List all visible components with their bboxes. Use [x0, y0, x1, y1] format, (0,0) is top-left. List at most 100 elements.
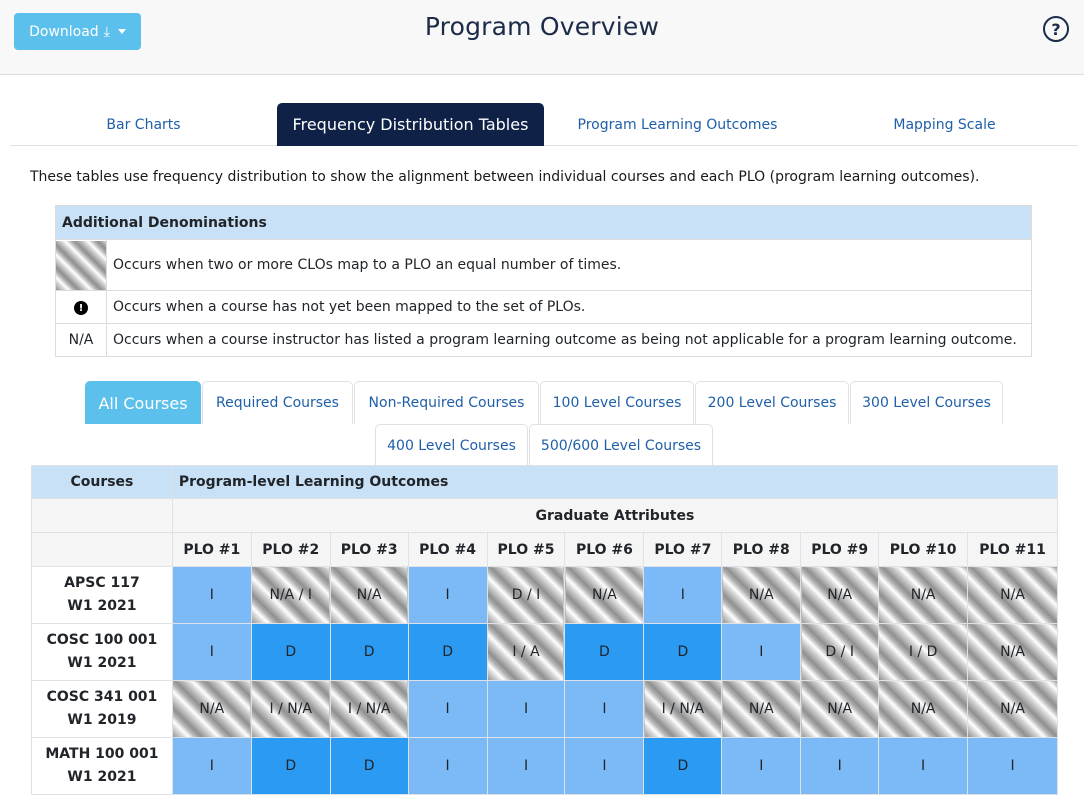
mapping-cell: N/A — [967, 680, 1058, 738]
mapping-cell: D — [329, 623, 409, 681]
plo-column-header: PLO #7 — [643, 532, 723, 567]
hatch-pattern-icon — [56, 240, 106, 290]
tab-400-level-courses[interactable]: 400 Level Courses — [375, 424, 528, 467]
empty-cell — [31, 498, 173, 533]
mapping-cell: I — [171, 623, 252, 681]
intro-text: These tables use frequency distribution … — [30, 169, 980, 185]
mapping-cell: D — [643, 623, 723, 681]
tab-bar-charts[interactable]: Bar Charts — [10, 103, 277, 146]
empty-cell — [31, 532, 173, 567]
denomination-text: Occurs when a course has not yet been ma… — [106, 290, 1032, 324]
mapping-cell: N/A — [721, 566, 802, 624]
mapping-cell: N/A — [800, 680, 880, 738]
table-row: MATH 100 001 W1 2021 I D D I I I D I I I I — [31, 737, 1058, 795]
mapping-cell: N/A — [329, 566, 409, 624]
tab-non-required-courses[interactable]: Non-Required Courses — [354, 381, 539, 424]
mapping-cell: I — [800, 737, 880, 795]
denomination-text: Occurs when a course instructor has list… — [106, 323, 1032, 357]
plo-column-header: PLO #2 — [250, 532, 331, 567]
plo-column-header: PLO #1 — [171, 532, 252, 567]
hatch-swatch-cell — [55, 239, 107, 291]
table-row: COSC 341 001 W1 2019 N/A I / N/A I / N/A I I I I… — [31, 680, 1058, 738]
mapping-cell: I / D — [878, 623, 969, 681]
tab-100-level-courses[interactable]: 100 Level Courses — [540, 381, 694, 424]
denominations-table: Additional Denominations Occurs when two… — [55, 205, 1032, 357]
course-code: COSC 100 001 — [46, 632, 158, 648]
mapping-cell: I / N/A — [643, 680, 723, 738]
mapping-cell: I — [171, 566, 252, 624]
plo-column-header: PLO #10 — [878, 532, 969, 567]
plo-header: Program-level Learning Outcomes — [171, 465, 1059, 499]
mapping-cell: I / N/A — [250, 680, 331, 738]
course-name-cell: APSC 117 W1 2021 — [31, 566, 173, 624]
course-term: W1 2021 — [67, 769, 137, 785]
mapping-cell: N/A — [800, 566, 880, 624]
plo-column-header: PLO #8 — [721, 532, 802, 567]
mapping-cell: I — [486, 737, 566, 795]
mapping-cell: D / I — [800, 623, 880, 681]
help-icon[interactable]: ? — [1043, 16, 1069, 42]
course-name-cell: COSC 341 001 W1 2019 — [31, 680, 173, 738]
course-name-cell: MATH 100 001 W1 2021 — [31, 737, 173, 795]
mapping-cell: N/A — [967, 566, 1058, 624]
mapping-cell: I — [967, 737, 1058, 795]
main-tabs: Bar Charts Frequency Distribution Tables… — [10, 103, 1078, 146]
course-code: APSC 117 — [64, 575, 140, 591]
mapping-cell: D — [250, 737, 331, 795]
top-header: Download ⤓ Program Overview ? — [0, 0, 1084, 75]
mapping-cell: N/A — [967, 623, 1058, 681]
page-title: Program Overview — [424, 12, 660, 41]
table-row: APSC 117 W1 2021 I N/A / I N/A I D / I N/A I N/A N… — [31, 566, 1058, 624]
mapping-cell: D — [407, 623, 488, 681]
na-symbol: N/A — [55, 323, 107, 357]
mapping-cell: N/A — [878, 680, 969, 738]
plo-column-header: PLO #6 — [564, 532, 645, 567]
plo-column-header: PLO #3 — [329, 532, 409, 567]
mapping-cell: I — [171, 737, 252, 795]
mapping-cell: D — [564, 623, 645, 681]
mapping-cell: I — [878, 737, 969, 795]
mapping-cell: D / I — [486, 566, 566, 624]
tab-200-level-courses[interactable]: 200 Level Courses — [695, 381, 849, 424]
mapping-cell: N/A — [721, 680, 802, 738]
tab-mapping-scale[interactable]: Mapping Scale — [811, 103, 1078, 146]
tab-all-courses[interactable]: All Courses — [85, 381, 201, 424]
exclamation-cell: ! — [55, 290, 107, 324]
mapping-cell: I — [407, 737, 488, 795]
tab-300-level-courses[interactable]: 300 Level Courses — [850, 381, 1003, 424]
mapping-cell: I — [564, 680, 645, 738]
tab-frequency-distribution-tables[interactable]: Frequency Distribution Tables — [277, 103, 544, 146]
plo-column-header: PLO #5 — [486, 532, 566, 567]
frequency-distribution-table: Courses Program-level Learning Outcomes … — [31, 465, 1059, 795]
mapping-cell: N/A / I — [250, 566, 331, 624]
course-term: W1 2021 — [67, 655, 137, 671]
mapping-cell: I / N/A — [329, 680, 409, 738]
mapping-cell: N/A — [564, 566, 645, 624]
mapping-cell: I — [564, 737, 645, 795]
plo-column-header: PLO #11 — [967, 532, 1058, 567]
mapping-cell: I — [643, 566, 723, 624]
graduate-attributes-header: Graduate Attributes — [171, 498, 1059, 533]
mapping-cell: N/A — [171, 680, 252, 738]
table-row: COSC 100 001 W1 2021 I D D D I / ADDID / II / … — [31, 623, 1058, 681]
mapping-cell: D — [329, 737, 409, 795]
tab-500-600-level-courses[interactable]: 500/600 Level Courses — [529, 424, 713, 467]
tab-program-learning-outcomes[interactable]: Program Learning Outcomes — [544, 103, 811, 146]
mapping-cell: I / A — [486, 623, 566, 681]
mapping-cell: N/A — [878, 566, 969, 624]
course-code: MATH 100 001 — [45, 746, 159, 762]
mapping-cell: I — [486, 680, 566, 738]
plo-column-header: PLO #4 — [407, 532, 488, 567]
mapping-cell: I — [721, 737, 802, 795]
course-term: W1 2021 — [67, 598, 137, 614]
mapping-cell: I — [407, 566, 488, 624]
plo-column-header: PLO #9 — [800, 532, 880, 567]
denominations-title: Additional Denominations — [55, 205, 1032, 240]
mapping-cell: I — [407, 680, 488, 738]
course-code: COSC 341 001 — [46, 689, 158, 705]
course-term: W1 2019 — [67, 712, 137, 728]
denomination-text: Occurs when two or more CLOs map to a PL… — [106, 239, 1032, 291]
tab-required-courses[interactable]: Required Courses — [202, 381, 353, 424]
mapping-cell: I — [721, 623, 802, 681]
courses-header: Courses — [31, 465, 173, 499]
